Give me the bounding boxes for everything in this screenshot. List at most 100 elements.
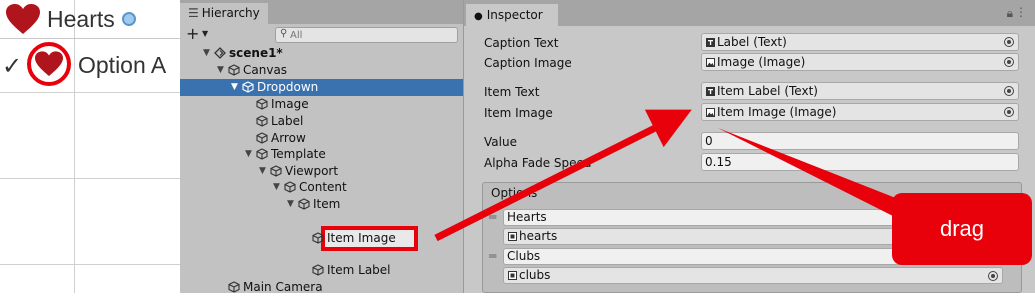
hierarchy-search[interactable]: ⚲ — [275, 27, 458, 43]
hierarchy-row-label: Item Label — [327, 263, 391, 277]
drag-callout: drag — [892, 193, 1032, 265]
inspector-tab-bar: ● Inspector 🔒︎ ⋮ — [464, 0, 1035, 26]
hierarchy-row-label: Canvas — [243, 63, 288, 77]
expand-toggle-icon[interactable]: ▼ — [203, 45, 210, 62]
heart-icon — [35, 51, 63, 77]
prop-label-item-image: Item Image — [484, 106, 553, 120]
tab-hierarchy-label: Hierarchy — [201, 6, 260, 20]
grid-line — [0, 178, 180, 179]
gameobject-cube-icon — [312, 232, 324, 244]
grid-line — [0, 264, 180, 265]
object-picker-icon[interactable] — [1004, 57, 1014, 67]
expand-toggle-icon[interactable]: ▼ — [245, 146, 252, 163]
object-picker-icon[interactable] — [1004, 37, 1014, 47]
object-picker-icon[interactable] — [988, 271, 998, 281]
hierarchy-row[interactable]: ▼ Canvas — [180, 62, 463, 79]
options-header: Options — [491, 186, 538, 200]
prop-label-alpha-fade-speed: Alpha Fade Speed — [484, 156, 592, 170]
option-image-value: clubs — [519, 268, 551, 282]
option-image-value: hearts — [519, 229, 558, 243]
expand-toggle-icon[interactable]: ▼ — [217, 62, 224, 79]
hierarchy-row[interactable]: ▼ scene1* — [180, 45, 463, 62]
item-image-value: Item Image (Image) — [717, 105, 837, 119]
hierarchy-row-label: Item — [313, 197, 341, 211]
gameobject-cube-icon — [256, 148, 268, 160]
hierarchy-row[interactable]: ▼ Item — [180, 196, 463, 213]
drag-handle-icon[interactable]: ═ — [489, 249, 496, 263]
hierarchy-row-label: scene1* — [229, 46, 283, 60]
chevron-down-icon[interactable]: ▼ — [202, 29, 208, 38]
hierarchy-row-label: Viewport — [285, 164, 339, 178]
hierarchy-row[interactable]: Item Label — [180, 262, 463, 279]
gameobject-cube-icon — [298, 198, 310, 210]
value-field[interactable]: 0 — [701, 132, 1019, 150]
drag-handle-icon[interactable]: ═ — [489, 210, 496, 224]
hierarchy-row[interactable]: Item Image — [180, 230, 463, 247]
caption-text-field[interactable]: Label (Text) — [701, 33, 1019, 51]
option-image-field[interactable]: clubs — [503, 267, 1003, 284]
search-input[interactable] — [290, 28, 450, 42]
dropdown-arrow-icon[interactable] — [122, 12, 136, 26]
gameobject-cube-icon — [270, 165, 282, 177]
caption-image-field[interactable]: Image (Image) — [701, 53, 1019, 71]
gameobject-cube-icon — [312, 264, 324, 276]
hierarchy-row[interactable]: ▼ Content — [180, 179, 463, 196]
hierarchy-row[interactable]: Arrow — [180, 130, 463, 147]
checkmark-icon: ✓ — [2, 52, 23, 80]
hierarchy-row-label: Template — [271, 147, 326, 161]
item-text-field[interactable]: Item Label (Text) — [701, 82, 1019, 100]
item-image-field[interactable]: Item Image (Image) — [701, 103, 1019, 121]
more-menu-icon[interactable]: ⋮ — [1015, 5, 1027, 19]
gameobject-cube-icon — [228, 281, 240, 293]
hierarchy-row[interactable]: ▼ Viewport — [180, 163, 463, 180]
hierarchy-row[interactable]: Label — [180, 113, 463, 130]
hierarchy-row-label: Content — [299, 180, 347, 194]
search-icon: ⚲ — [280, 28, 288, 39]
hierarchy-row-label: Label — [271, 114, 304, 128]
expand-toggle-icon[interactable]: ▼ — [273, 179, 280, 196]
hierarchy-row-label: Arrow — [271, 131, 306, 145]
hierarchy-row[interactable]: Image — [180, 96, 463, 113]
grid-line — [0, 92, 180, 93]
gameobject-cube-icon — [228, 64, 240, 76]
hierarchy-panel: ☰Hierarchy + ▼ ⚲ ▼ scene1* ▼ Canvas ▼ Dropdow… — [180, 0, 464, 296]
sprite-icon — [508, 232, 517, 241]
object-picker-icon[interactable] — [1004, 107, 1014, 117]
caption-text-value: Label (Text) — [717, 35, 787, 49]
text-component-icon — [706, 87, 715, 96]
hierarchy-row-label: Dropdown — [257, 80, 319, 94]
object-picker-icon[interactable] — [1004, 86, 1014, 96]
expand-toggle-icon[interactable]: ▼ — [231, 79, 238, 96]
hierarchy-row-label: Item Image — [327, 231, 396, 245]
hierarchy-row[interactable]: ▼ Template — [180, 146, 463, 163]
hierarchy-row[interactable]: Main Camera — [180, 279, 463, 296]
hierarchy-row-label: Image — [271, 97, 309, 111]
add-button[interactable]: + — [186, 25, 199, 43]
item-text-value: Item Label (Text) — [717, 84, 818, 98]
hierarchy-row[interactable]: ▼ Dropdown — [180, 79, 463, 96]
expand-toggle-icon[interactable]: ▼ — [287, 196, 294, 213]
dropdown-caption-label: Hearts — [47, 6, 115, 32]
sprite-icon — [508, 271, 517, 280]
lock-icon[interactable]: 🔒︎ — [1007, 6, 1013, 21]
prop-label-value: Value — [484, 135, 517, 149]
prop-label-item-text: Item Text — [484, 85, 540, 99]
gameobject-cube-icon — [256, 115, 268, 127]
image-component-icon — [706, 58, 715, 67]
tab-inspector-label: Inspector — [486, 8, 543, 22]
dropdown-option-label: Option A — [78, 52, 167, 78]
text-component-icon — [706, 38, 715, 47]
caption-image-value: Image (Image) — [717, 55, 806, 69]
unity-scene-icon — [214, 47, 226, 59]
tab-hierarchy[interactable]: ☰ Hierarchy — [180, 3, 268, 24]
gameobject-cube-icon — [284, 181, 296, 193]
gameobject-cube-icon — [242, 81, 254, 93]
dropdown-caption[interactable]: Hearts — [0, 0, 178, 39]
expand-toggle-icon[interactable]: ▼ — [259, 163, 266, 180]
list-icon: ☰ — [188, 6, 199, 20]
tab-inspector[interactable]: ● Inspector — [466, 4, 558, 26]
alpha-fade-speed-field[interactable]: 0.15 — [701, 153, 1019, 171]
game-preview-panel: Hearts ✓ Option A — [0, 0, 180, 293]
gameobject-cube-icon — [256, 98, 268, 110]
heart-icon — [6, 4, 40, 34]
